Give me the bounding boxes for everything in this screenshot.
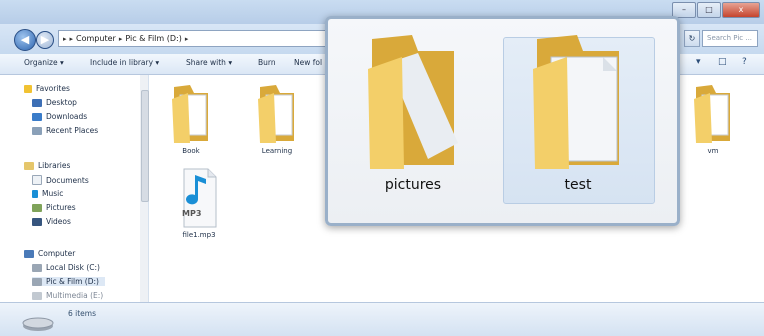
file-label: Book <box>182 147 200 155</box>
sidebar-item-videos[interactable]: Videos <box>32 217 71 226</box>
documents-icon <box>32 175 42 185</box>
folder-icon <box>172 85 208 143</box>
file-label: vm <box>707 147 719 155</box>
desktop-icon <box>32 98 42 107</box>
breadcrumb-drive[interactable]: Pic & Film (D:) <box>125 34 182 43</box>
recent-places-icon <box>32 126 42 135</box>
chevron-right-icon: ▸ <box>118 34 123 43</box>
music-file-icon <box>183 168 217 228</box>
breadcrumb-computer[interactable]: Computer <box>76 34 116 43</box>
file-label: Learning <box>261 147 293 155</box>
status-bar: 6 items <box>0 302 764 336</box>
organize-button[interactable]: Organize ▾ <box>24 58 64 67</box>
sidebar-item-label: Downloads <box>46 112 88 121</box>
sidebar-item-label: Pic & Film (D:) <box>46 277 99 286</box>
help-icon[interactable]: ? <box>742 57 747 67</box>
explorer-window: – □ x ◀ ▶ ▸ ▸ Computer ▸ Pic & Film (D:)… <box>0 0 764 336</box>
chevron-right-icon: ▸ <box>184 34 189 43</box>
file-label: file1.mp3 <box>182 231 216 239</box>
videos-icon <box>32 217 42 226</box>
chevron-right-icon: ▸ <box>69 34 74 43</box>
sidebar-item-label: Local Disk (C:) <box>46 263 100 272</box>
sidebar-item-pic-film[interactable]: Pic & Film (D:) <box>32 277 105 286</box>
sidebar-item-label: Computer <box>38 249 76 258</box>
sidebar-scroll-thumb[interactable] <box>141 90 149 202</box>
maximize-button[interactable]: □ <box>697 2 721 18</box>
folder-item-book[interactable]: Book <box>161 83 221 155</box>
folder-icon <box>258 85 294 143</box>
sidebar-item-computer[interactable]: Computer <box>24 249 75 258</box>
search-input[interactable]: Search Pic ... <box>702 30 758 47</box>
burn-button[interactable]: Burn <box>258 58 276 67</box>
sidebar-item-pictures[interactable]: Pictures <box>32 203 76 212</box>
sidebar-item-label: Favorites <box>36 84 70 93</box>
music-icon <box>32 189 38 198</box>
folder-icon <box>368 35 458 169</box>
sidebar-item-label: Libraries <box>38 161 71 170</box>
downloads-icon <box>32 112 42 121</box>
views-icon[interactable]: ▾ <box>696 57 701 67</box>
drive-icon <box>22 317 54 331</box>
drive-icon <box>32 277 42 286</box>
sidebar-item-local-disk[interactable]: Local Disk (C:) <box>32 263 100 272</box>
folder-label: pictures <box>384 177 442 193</box>
star-icon <box>24 84 32 93</box>
libraries-icon <box>24 161 34 170</box>
sidebar-item-label: Recent Places <box>46 126 99 135</box>
thumbnail-preview-popup: pictures test <box>325 16 680 226</box>
sidebar-item-recent[interactable]: Recent Places <box>32 126 98 135</box>
drive-icon <box>32 263 42 272</box>
navigation-pane: Favorites Desktop Downloads Recent Place… <box>0 75 149 302</box>
sidebar-item-label: Pictures <box>46 203 76 212</box>
mp3-badge: MP3 <box>182 209 202 218</box>
sidebar-item-libraries[interactable]: Libraries <box>24 161 70 170</box>
sidebar-item-label: Videos <box>46 217 71 226</box>
forward-button[interactable]: ▶ <box>36 31 54 49</box>
preview-folder-pictures[interactable]: pictures <box>338 33 488 193</box>
window-controls: – □ x <box>672 2 760 18</box>
refresh-button[interactable]: ↻ <box>684 30 700 47</box>
preview-folder-test[interactable]: test <box>503 33 653 193</box>
preview-pane-icon[interactable]: □ <box>718 57 727 67</box>
sidebar-item-desktop[interactable]: Desktop <box>32 98 77 107</box>
sidebar-item-label: Desktop <box>46 98 77 107</box>
item-count: 6 items <box>68 309 97 318</box>
folder-icon <box>694 85 730 143</box>
sidebar-item-multimedia[interactable]: Multimedia (E:) <box>32 291 103 300</box>
folder-label: test <box>564 177 592 193</box>
pictures-icon <box>32 203 42 212</box>
folder-item-vm[interactable]: vm <box>683 83 743 155</box>
share-with-button[interactable]: Share with ▾ <box>186 58 232 67</box>
sidebar-item-label: Music <box>42 189 64 198</box>
close-button[interactable]: x <box>722 2 760 18</box>
new-folder-button[interactable]: New fol <box>294 58 322 67</box>
sidebar-item-downloads[interactable]: Downloads <box>32 112 87 121</box>
computer-icon <box>24 249 34 258</box>
back-button[interactable]: ◀ <box>14 29 36 51</box>
folder-icon: ▸ <box>63 34 67 43</box>
folder-item-learning[interactable]: Learning <box>247 83 307 155</box>
sidebar-item-label: Multimedia (E:) <box>46 291 104 300</box>
sidebar-item-favorites[interactable]: Favorites <box>24 84 70 93</box>
drive-icon <box>32 291 42 300</box>
file-item-mp3[interactable]: MP3 file1.mp3 <box>169 167 229 239</box>
sidebar-item-music[interactable]: Music <box>32 189 63 198</box>
include-in-library-button[interactable]: Include in library ▾ <box>90 58 159 67</box>
sidebar-item-label: Documents <box>46 175 89 185</box>
folder-icon <box>533 35 619 169</box>
sidebar-item-documents[interactable]: Documents <box>32 175 89 185</box>
